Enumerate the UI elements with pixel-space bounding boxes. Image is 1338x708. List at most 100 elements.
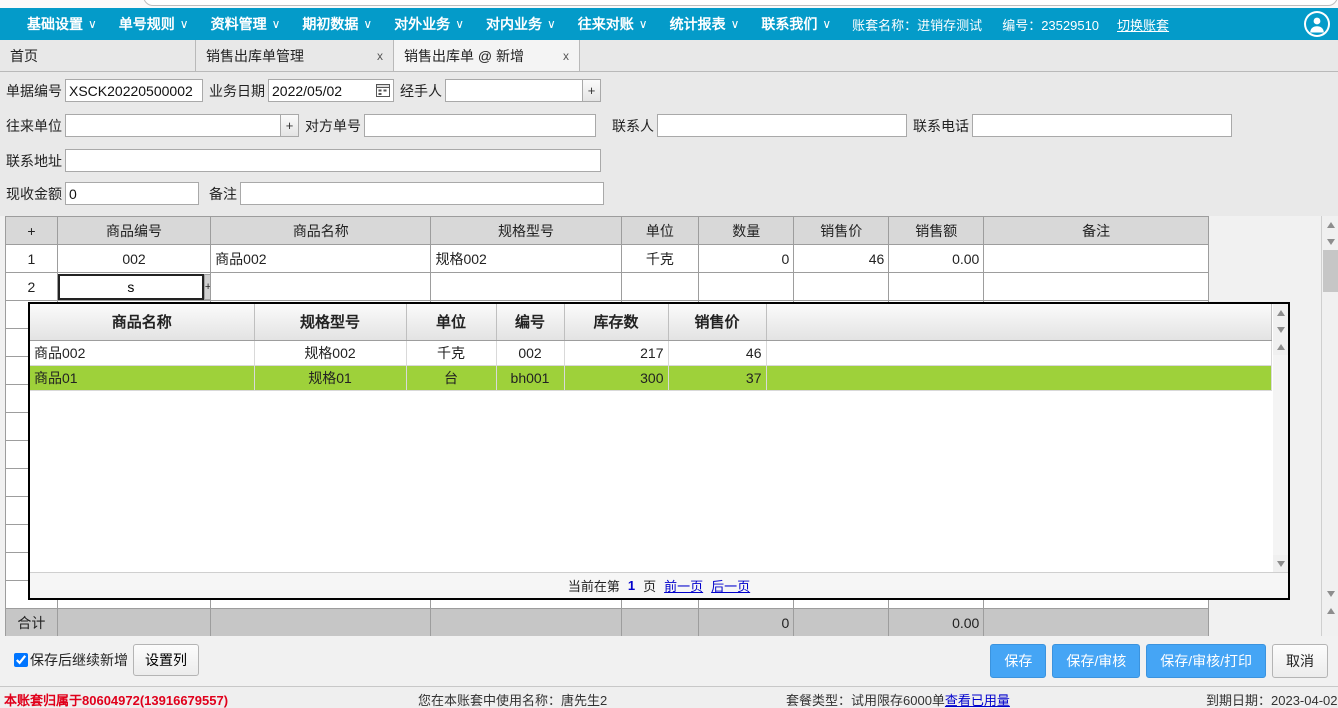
their-doc-no-input[interactable] xyxy=(364,114,596,137)
chevron-down-icon: ∨ xyxy=(546,17,556,31)
tab-sales-out-manage[interactable]: 销售出库单管理 x xyxy=(196,40,394,71)
chrome-address-box xyxy=(143,0,1338,6)
chevron-down-icon: ∨ xyxy=(179,17,189,31)
document-header-form: 单据编号 业务日期 经手人 + 往来单位 + 对方单号 xyxy=(0,72,1338,216)
cell-qty[interactable] xyxy=(698,272,795,301)
popup-header-row: 商品名称 规格型号 单位 编号 库存数 销售价 xyxy=(30,304,1272,341)
popup-scroll-down-icon-2[interactable] xyxy=(1273,555,1288,572)
cell-spec[interactable] xyxy=(430,272,622,301)
cell-amount[interactable] xyxy=(888,272,985,301)
nav-item-2[interactable]: 资料管理 ∨ xyxy=(200,8,292,40)
popup-col-code: 编号 xyxy=(496,304,565,341)
cell-price[interactable]: 46 xyxy=(793,244,890,273)
continue-new-checkbox-wrap[interactable]: 保存后继续新增 xyxy=(14,650,128,670)
table-row[interactable]: 1 002 商品002 规格002 千克 0 46 0.00 xyxy=(5,244,1209,273)
nav-item-5[interactable]: 对内业务 ∨ xyxy=(475,8,567,40)
cell-qty[interactable]: 0 xyxy=(698,244,795,273)
nav-item-6[interactable]: 往来对账 ∨ xyxy=(567,8,659,40)
avatar[interactable] xyxy=(1304,11,1330,37)
form-row-4: 现收金额 备注 xyxy=(6,182,604,205)
popup-scroll-up-icon[interactable] xyxy=(1273,304,1288,321)
phone-input[interactable] xyxy=(972,114,1232,137)
cell-code-editing[interactable]: + xyxy=(56,272,212,301)
handler-add-button[interactable]: + xyxy=(583,79,601,102)
handler-input[interactable] xyxy=(445,79,583,102)
grid-header-row: + 商品编号 商品名称 规格型号 单位 数量 销售价 销售额 备注 xyxy=(5,216,1209,245)
cell-code[interactable]: 002 xyxy=(56,244,212,273)
cell-name[interactable] xyxy=(210,272,432,301)
nav-item-8[interactable]: 联系我们 ∨ xyxy=(750,8,842,40)
popup-vertical-scrollbar[interactable] xyxy=(1273,304,1288,572)
view-usage-link[interactable]: 查看已用量 xyxy=(945,693,1010,708)
close-icon[interactable]: x xyxy=(365,49,383,63)
grid-col-unit: 单位 xyxy=(620,216,700,245)
total-name xyxy=(210,608,432,637)
scroll-up-icon-2[interactable] xyxy=(1322,602,1338,619)
nav-label-2: 资料管理 xyxy=(210,16,267,32)
cancel-button[interactable]: 取消 xyxy=(1272,644,1328,678)
popup-cell-filler xyxy=(766,340,1272,366)
save-button[interactable]: 保存 xyxy=(990,644,1047,678)
cell-name[interactable]: 商品002 xyxy=(210,244,432,273)
nav-label-5: 对内业务 xyxy=(485,16,542,32)
pagination-next-link[interactable]: 后一页 xyxy=(711,576,750,595)
scroll-down-icon[interactable] xyxy=(1322,233,1338,250)
product-lookup-button[interactable]: + xyxy=(203,273,210,300)
cell-amount[interactable]: 0.00 xyxy=(888,244,985,273)
nav-item-4[interactable]: 对外业务 ∨ xyxy=(383,8,475,40)
chevron-down-icon: ∨ xyxy=(88,17,97,31)
contact-input[interactable] xyxy=(657,114,907,137)
doc-no-input[interactable] xyxy=(65,79,203,102)
nav-label-1: 单号规则 xyxy=(118,16,175,32)
popup-col-filler xyxy=(766,304,1272,341)
total-price xyxy=(793,608,890,637)
list-item[interactable]: 商品002 规格002 千克 002 217 46 xyxy=(30,340,1272,366)
scroll-down-icon-2[interactable] xyxy=(1322,585,1338,602)
nav-item-0[interactable]: 基础设置 ∨ xyxy=(16,8,108,40)
pagination-prev-link[interactable]: 前一页 xyxy=(664,576,703,595)
set-columns-button[interactable]: 设置列 xyxy=(133,644,199,676)
cell-spec[interactable]: 规格002 xyxy=(430,244,622,273)
list-item-selected[interactable]: 商品01 规格01 台 bh001 300 37 xyxy=(30,365,1272,391)
grid-vertical-scrollbar[interactable] xyxy=(1321,216,1338,636)
cell-memo[interactable] xyxy=(983,272,1209,301)
memo-input[interactable] xyxy=(240,182,604,205)
scroll-up-icon[interactable] xyxy=(1322,216,1338,233)
nav-item-3[interactable]: 期初数据 ∨ xyxy=(291,8,383,40)
save-audit-print-button[interactable]: 保存/审核/打印 xyxy=(1146,644,1266,678)
calendar-icon[interactable] xyxy=(376,83,390,97)
nav-item-7[interactable]: 统计报表 ∨ xyxy=(659,8,751,40)
grid-col-memo: 备注 xyxy=(983,216,1209,245)
table-row-editing[interactable]: 2 + xyxy=(5,272,1209,301)
popup-scroll-up-icon-2[interactable] xyxy=(1273,338,1288,355)
cell-memo[interactable] xyxy=(983,244,1209,273)
scrollbar-thumb[interactable] xyxy=(1323,250,1338,292)
pagination-prefix: 当前在第 xyxy=(567,579,620,594)
continue-new-checkbox[interactable] xyxy=(14,653,28,667)
cell-price[interactable] xyxy=(793,272,890,301)
nav-item-1[interactable]: 单号规则 ∨ xyxy=(108,8,200,40)
product-code-input[interactable] xyxy=(58,273,204,300)
doc-no-label: 单据编号 xyxy=(6,82,62,99)
cash-amount-input[interactable] xyxy=(65,182,199,205)
plan-type-prefix: 套餐类型：试用限存6000单 xyxy=(786,693,945,708)
grid-col-add[interactable]: + xyxy=(5,216,58,245)
popup-cell-unit: 千克 xyxy=(406,340,497,366)
cell-unit[interactable] xyxy=(620,272,700,301)
partner-input[interactable] xyxy=(65,114,281,137)
tab-sales-out-new[interactable]: 销售出库单 @ 新增 x xyxy=(394,40,580,71)
popup-scroll-down-icon[interactable] xyxy=(1273,321,1288,338)
total-memo xyxy=(983,608,1209,637)
close-icon[interactable]: x xyxy=(551,49,569,63)
contact-label: 联系人 xyxy=(612,117,654,134)
memo-label: 备注 xyxy=(209,185,237,202)
tab-home[interactable]: 首页 xyxy=(0,40,196,71)
popup-cell-unit: 台 xyxy=(406,365,497,391)
current-user-text: 您在本账套中使用名称：唐先生2 xyxy=(418,693,608,708)
cell-unit[interactable]: 千克 xyxy=(620,244,700,273)
address-input[interactable] xyxy=(65,149,601,172)
switch-book-link[interactable]: 切换账套 xyxy=(1109,15,1177,34)
partner-add-button[interactable]: + xyxy=(281,114,299,137)
app-root: 基础设置 ∨ 单号规则 ∨ 资料管理 ∨ 期初数据 ∨ 对外业务 ∨ 对内业务 … xyxy=(0,0,1338,708)
save-audit-button[interactable]: 保存/审核 xyxy=(1052,644,1141,678)
